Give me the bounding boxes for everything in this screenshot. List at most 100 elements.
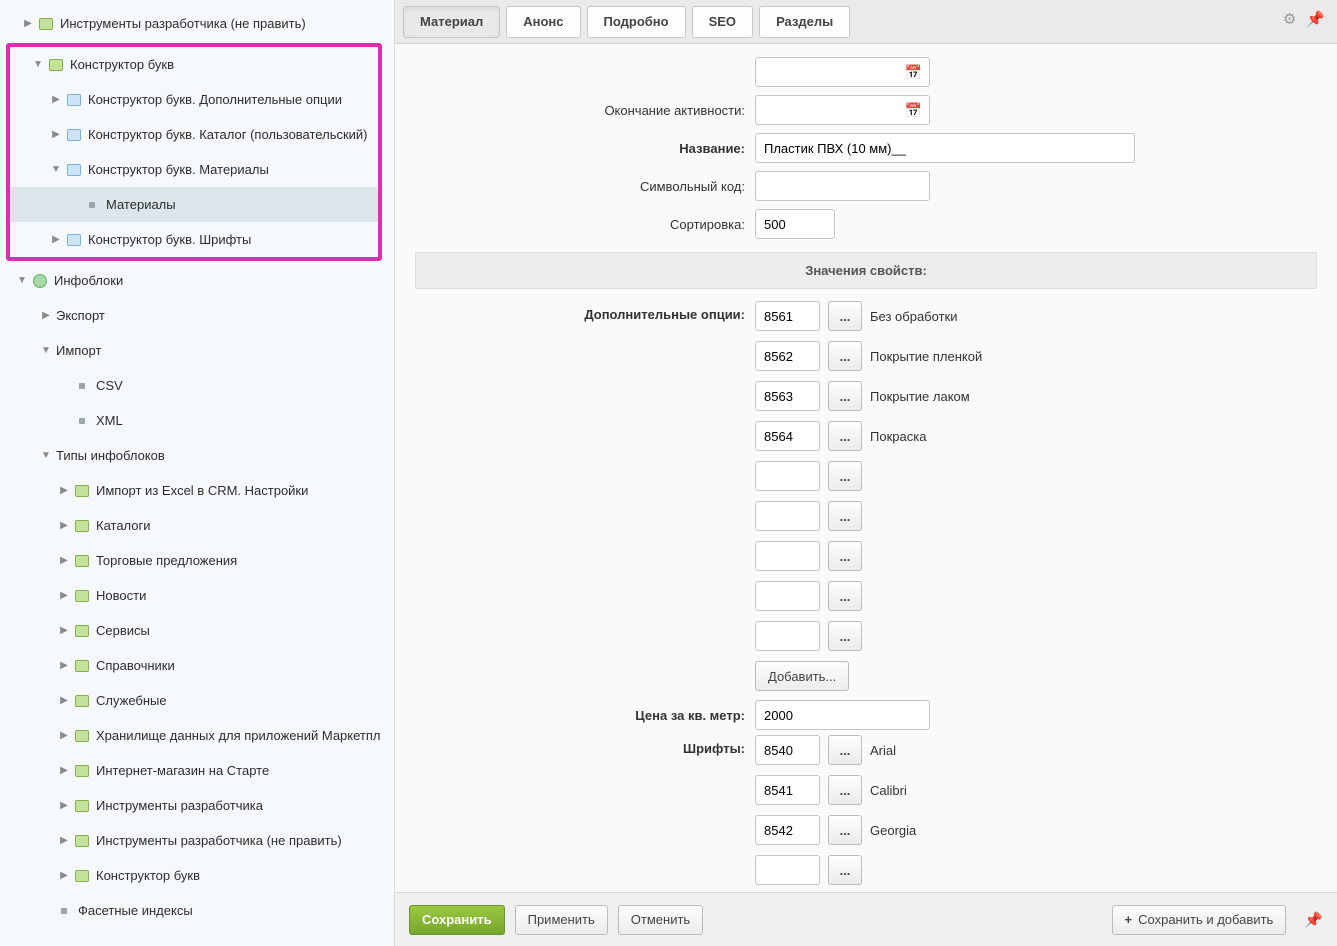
extra-option-id-input[interactable] xyxy=(755,581,820,611)
sidebar-item-materials[interactable]: Материалы xyxy=(10,187,378,222)
chevron-right-icon: ▶ xyxy=(58,765,70,776)
sidebar-item-facet-indexes[interactable]: Фасетные индексы xyxy=(0,893,394,928)
sidebar-item-service-blocks[interactable]: ▶ Служебные xyxy=(0,683,394,718)
sidebar-item-letter-constructor[interactable]: ▼ Конструктор букв xyxy=(10,47,378,82)
extra-options-container: ...Без обработки...Покрытие пленкой...По… xyxy=(755,301,1317,695)
activity-start-input[interactable] xyxy=(755,57,930,87)
extra-option-id-input[interactable] xyxy=(755,341,820,371)
sidebar-item-services[interactable]: ▶ Сервисы xyxy=(0,613,394,648)
iblock-icon xyxy=(38,16,54,32)
sidebar-item-label: Сервисы xyxy=(96,623,150,638)
chevron-right-icon: ▶ xyxy=(22,18,34,29)
tab-anons[interactable]: Анонс xyxy=(506,6,580,38)
save-and-add-button[interactable]: + Сохранить и добавить xyxy=(1112,905,1287,935)
sidebar-item-infoblocks[interactable]: ▼ Инфоблоки xyxy=(0,263,394,298)
lookup-button[interactable]: ... xyxy=(828,381,862,411)
extra-option-row: ... xyxy=(755,461,870,491)
tab-details[interactable]: Подробно xyxy=(587,6,686,38)
sidebar-item-lc-fonts[interactable]: ▶ Конструктор букв. Шрифты xyxy=(10,222,378,257)
main-panel: Материал Анонс Подробно SEO Разделы ⚙ 📌 … xyxy=(395,0,1337,946)
sidebar-item-store-on-start[interactable]: ▶ Интернет-магазин на Старте xyxy=(0,753,394,788)
lookup-button[interactable]: ... xyxy=(828,815,862,845)
symcode-input[interactable] xyxy=(755,171,930,201)
sidebar-item-label: Инструменты разработчика (не править) xyxy=(60,16,306,31)
chevron-down-icon: ▼ xyxy=(50,164,62,175)
lookup-button[interactable]: ... xyxy=(828,301,862,331)
lookup-button[interactable]: ... xyxy=(828,341,862,371)
sidebar-item-xml[interactable]: XML xyxy=(0,403,394,438)
sidebar-item-label: Каталоги xyxy=(96,518,151,533)
lookup-button[interactable]: ... xyxy=(828,855,862,885)
sort-input[interactable] xyxy=(755,209,835,239)
price-input[interactable] xyxy=(755,700,930,730)
gear-icon[interactable]: ⚙ xyxy=(1283,10,1296,28)
extra-option-id-input[interactable] xyxy=(755,381,820,411)
sidebar-item-news[interactable]: ▶ Новости xyxy=(0,578,394,613)
chevron-right-icon: ▶ xyxy=(58,555,70,566)
extra-option-id-input[interactable] xyxy=(755,421,820,451)
sidebar-item-iblock-types[interactable]: ▼ Типы инфоблоков xyxy=(0,438,394,473)
chevron-right-icon: ▶ xyxy=(50,234,62,245)
list-icon xyxy=(66,92,82,108)
extra-option-row: ...Без обработки xyxy=(755,301,957,331)
pin-icon[interactable]: 📌 xyxy=(1304,911,1323,929)
extra-option-id-input[interactable] xyxy=(755,621,820,651)
font-id-input[interactable] xyxy=(755,855,820,885)
font-desc: Arial xyxy=(870,743,896,758)
tab-material[interactable]: Материал xyxy=(403,6,500,38)
save-and-add-label: Сохранить и добавить xyxy=(1138,912,1273,927)
lookup-button[interactable]: ... xyxy=(828,621,862,651)
pin-icon[interactable]: 📌 xyxy=(1306,10,1325,28)
sidebar-item-marketplace-storage[interactable]: ▶ Хранилище данных для приложений Маркет… xyxy=(0,718,394,753)
tab-seo[interactable]: SEO xyxy=(692,6,753,38)
add-extra-option-button[interactable]: Добавить... xyxy=(755,661,849,691)
extra-option-id-input[interactable] xyxy=(755,501,820,531)
tab-sections[interactable]: Разделы xyxy=(759,6,850,38)
name-input[interactable] xyxy=(755,133,1135,163)
sidebar-item-lc-extra-options[interactable]: ▶ Конструктор букв. Дополнительные опции xyxy=(10,82,378,117)
chevron-right-icon: ▶ xyxy=(58,660,70,671)
lookup-button[interactable]: ... xyxy=(828,501,862,531)
chevron-down-icon: ▼ xyxy=(32,59,44,70)
extra-option-id-input[interactable] xyxy=(755,301,820,331)
font-id-input[interactable] xyxy=(755,815,820,845)
sidebar-item-dev-tools[interactable]: ▶ Инструменты разработчика xyxy=(0,788,394,823)
sidebar-item-csv[interactable]: CSV xyxy=(0,368,394,403)
chevron-right-icon: ▶ xyxy=(58,485,70,496)
sidebar-item-import[interactable]: ▼ Импорт xyxy=(0,333,394,368)
font-desc: Calibri xyxy=(870,783,907,798)
sidebar-item-dev-tools-noedit[interactable]: ▶ Инструменты разработчика (не править) xyxy=(0,6,394,41)
extra-option-row: ... xyxy=(755,541,870,571)
sidebar-item-label: Хранилище данных для приложений Маркетпл xyxy=(96,728,381,743)
lookup-button[interactable]: ... xyxy=(828,461,862,491)
lookup-button[interactable]: ... xyxy=(828,775,862,805)
sidebar-item-label: Типы инфоблоков xyxy=(56,448,165,463)
sidebar-item-import-excel-crm[interactable]: ▶ Импорт из Excel в CRM. Настройки xyxy=(0,473,394,508)
list-icon xyxy=(66,232,82,248)
lookup-button[interactable]: ... xyxy=(828,421,862,451)
activity-end-input[interactable] xyxy=(755,95,930,125)
font-row: ... Arial xyxy=(755,735,896,765)
cancel-button[interactable]: Отменить xyxy=(618,905,703,935)
sidebar-item-label: XML xyxy=(96,413,123,428)
font-row: ...Georgia xyxy=(755,815,916,845)
apply-button[interactable]: Применить xyxy=(515,905,608,935)
sidebar-item-export[interactable]: ▶ Экспорт xyxy=(0,298,394,333)
sidebar-item-catalogs[interactable]: ▶ Каталоги xyxy=(0,508,394,543)
font-id-input[interactable] xyxy=(755,735,820,765)
lookup-button[interactable]: ... xyxy=(828,581,862,611)
extra-option-id-input[interactable] xyxy=(755,541,820,571)
lookup-button[interactable]: ... xyxy=(828,541,862,571)
extra-option-desc: Покраска xyxy=(870,429,926,444)
sidebar-item-lc-materials[interactable]: ▼ Конструктор букв. Материалы xyxy=(10,152,378,187)
save-button[interactable]: Сохранить xyxy=(409,905,505,935)
sidebar-item-references[interactable]: ▶ Справочники xyxy=(0,648,394,683)
sidebar-item-letter-constructor2[interactable]: ▶ Конструктор букв xyxy=(0,858,394,893)
sidebar-item-dev-tools-noedit2[interactable]: ▶ Инструменты разработчика (не править) xyxy=(0,823,394,858)
sidebar-item-trade-offers[interactable]: ▶ Торговые предложения xyxy=(0,543,394,578)
sidebar-item-lc-catalog-user[interactable]: ▶ Конструктор букв. Каталог (пользовател… xyxy=(10,117,378,152)
font-id-input[interactable] xyxy=(755,775,820,805)
lookup-button[interactable]: ... xyxy=(828,735,862,765)
plus-icon: + xyxy=(1125,912,1133,927)
extra-option-id-input[interactable] xyxy=(755,461,820,491)
